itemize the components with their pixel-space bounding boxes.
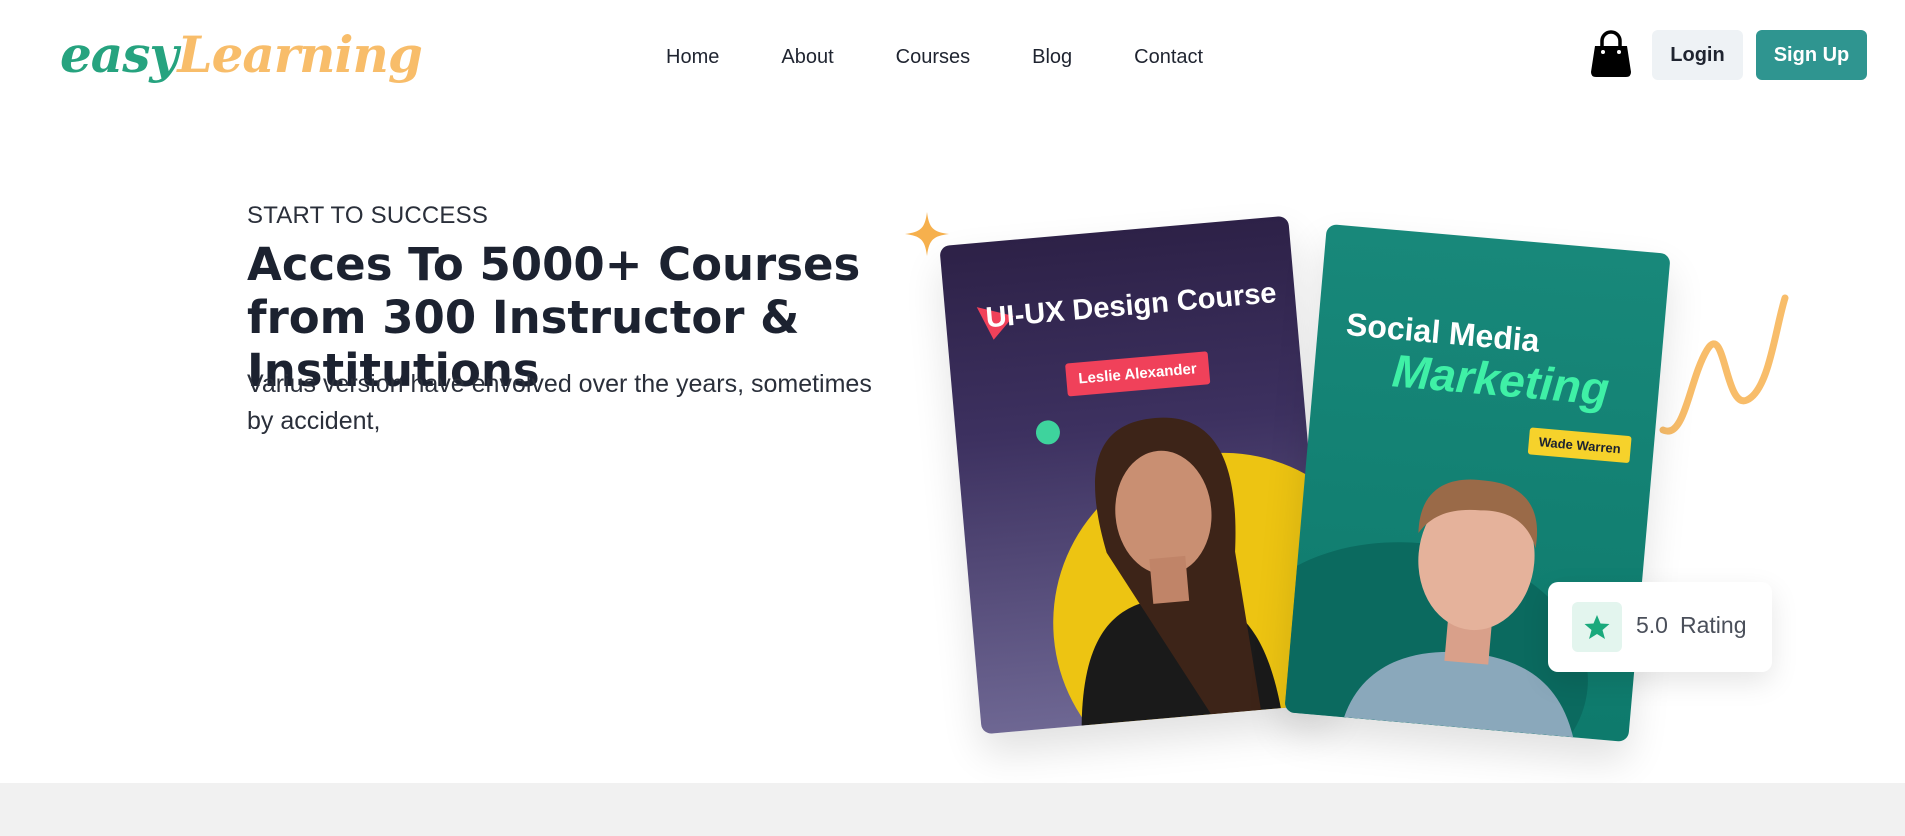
hero-description: Varius version have envolved over the ye… — [247, 370, 872, 435]
hero-eyebrow: START TO SUCCESS — [247, 202, 489, 229]
logo-easy: easy — [60, 25, 178, 84]
instructor-photo-leslie — [1035, 417, 1331, 735]
card2-instructor-tag: Wade Warren — [1527, 427, 1632, 464]
shopping-bag-icon[interactable] — [1590, 30, 1632, 78]
signup-button[interactable]: Sign Up — [1756, 30, 1867, 80]
main-nav: Home About Courses Blog Contact — [666, 38, 1265, 76]
nav-about[interactable]: About — [781, 38, 833, 76]
card2-title-line2: Marketing — [1390, 344, 1612, 416]
next-section-strip — [0, 783, 1905, 836]
nav-home[interactable]: Home — [666, 38, 719, 76]
logo-learning: Learning — [177, 25, 422, 84]
star-icon — [1572, 602, 1622, 652]
site-logo[interactable]: easyLearning — [60, 20, 423, 90]
rating-badge: 5.0 Rating — [1548, 582, 1772, 672]
card1-title: UI-UX Design Course — [984, 277, 1278, 335]
nav-contact[interactable]: Contact — [1134, 38, 1203, 76]
nav-blog[interactable]: Blog — [1032, 38, 1072, 76]
course-card-uiux[interactable]: UI-UX Design Course Leslie Alexander — [939, 215, 1331, 735]
rating-score: 5.0 — [1636, 612, 1668, 638]
login-button[interactable]: Login — [1652, 30, 1743, 80]
nav-courses[interactable]: Courses — [896, 38, 970, 76]
rating-label: Rating — [1680, 612, 1747, 638]
hero-illustration: UI-UX Design Course Leslie Alexander Soc… — [900, 200, 1800, 760]
squiggle-decoration — [1659, 294, 1789, 435]
